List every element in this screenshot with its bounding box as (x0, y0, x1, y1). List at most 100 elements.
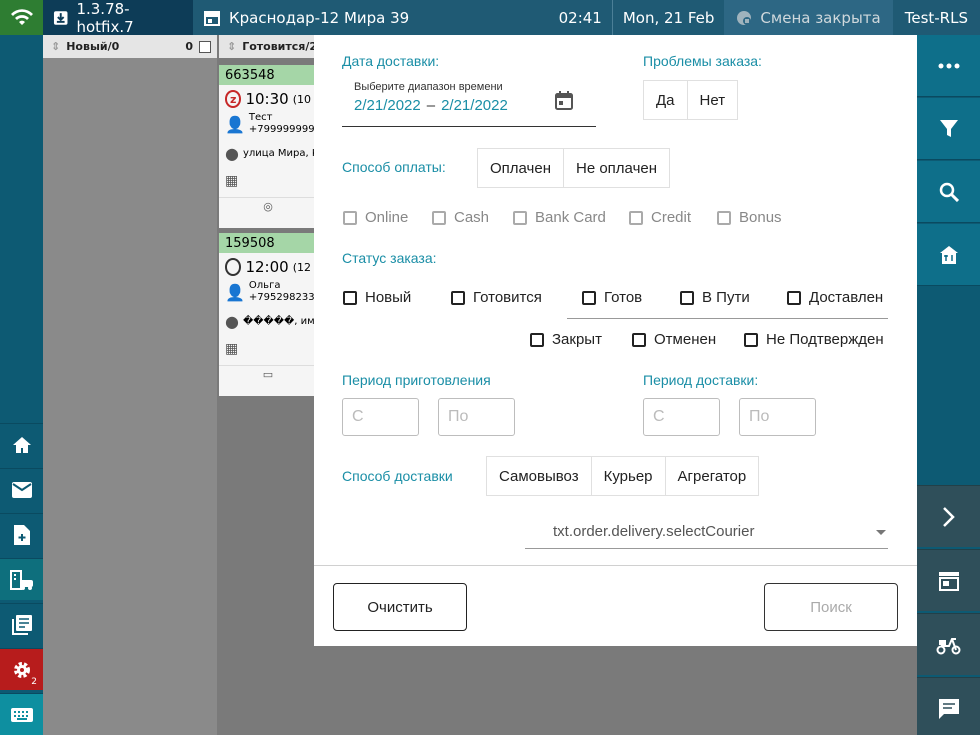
date-range-separator: – (426, 97, 436, 114)
store-icon (204, 10, 220, 26)
add-document-icon (13, 524, 30, 545)
sort-icon: ⇕ (51, 40, 61, 53)
home-button[interactable] (0, 423, 43, 465)
payment-paid-button[interactable]: Оплачен (478, 149, 564, 187)
keyboard-icon (10, 707, 33, 722)
status-cooking-checkbox[interactable]: Готовится (451, 289, 542, 306)
version-text: 1.3.78-hotfix.7 (76, 0, 134, 36)
order-card[interactable]: 663548 z 10:30 (10 👤 Тест +79999999999 ●… (219, 65, 317, 228)
problems-yes-button[interactable]: Да (644, 81, 688, 119)
top-bar: 1.3.78-hotfix.7 Краснодар-12 Мира 39 02:… (0, 0, 980, 36)
payment-unpaid-button[interactable]: Не оплачен (564, 149, 669, 187)
payment-online-checkbox[interactable]: Online (343, 209, 408, 226)
mail-icon (11, 481, 32, 498)
checkbox-label: Готов (604, 289, 643, 306)
checkbox-label: Доставлен (809, 289, 884, 306)
prep-from-input[interactable]: С (342, 398, 419, 436)
order-status-label: Статус заказа: (342, 250, 437, 266)
search-button[interactable] (917, 161, 980, 223)
delivery-to-input[interactable]: По (739, 398, 816, 436)
status-on-way-checkbox[interactable]: В Пути (680, 289, 750, 306)
shift-status[interactable]: Смена закрыта (724, 0, 893, 35)
store-icon (938, 571, 959, 591)
payment-bonus-checkbox[interactable]: Bonus (717, 209, 782, 226)
order-problems-label: Проблемы заказа: (643, 53, 762, 69)
method-courier-button[interactable]: Курьер (592, 457, 666, 495)
right-sidebar (917, 35, 980, 735)
keyboard-button[interactable] (0, 693, 43, 735)
more-button[interactable] (917, 35, 980, 97)
search-submit-button[interactable]: Поиск (764, 583, 898, 631)
delivery-method-label: Способ доставки (342, 468, 453, 484)
payment-coins-icon: ◎ (219, 197, 317, 213)
store-selector[interactable]: Краснодар-12 Мира 39 (193, 0, 419, 35)
gear-icon (13, 661, 30, 678)
delivery-orders-button[interactable] (0, 558, 43, 600)
store-button[interactable] (917, 549, 980, 611)
left-sidebar: 2 (0, 35, 43, 735)
prep-to-input[interactable]: По (438, 398, 515, 436)
checkbox-label: Credit (651, 209, 692, 226)
status-ready-checkbox[interactable]: Готов (582, 289, 642, 306)
sort-icon: ⇕ (227, 40, 237, 53)
calendar-icon[interactable] (555, 91, 573, 110)
column-new-title: Новый/0 (66, 40, 120, 53)
payment-method-label: Способ оплаты: (342, 159, 446, 175)
journal-icon (11, 614, 32, 635)
settings-badge: 2 (31, 677, 37, 687)
chat-icon (938, 698, 959, 719)
payment-status-toggle: Оплачен Не оплачен (477, 148, 671, 188)
checkbox-label: Online (365, 209, 409, 226)
status-delivered-checkbox[interactable]: Доставлен (787, 289, 883, 306)
date-range-field[interactable]: Выберите диапазон времени 2/21/2022 – 2/… (342, 77, 596, 127)
restaurant-icon (939, 245, 958, 264)
clock-icon (225, 258, 242, 276)
method-aggregator-button[interactable]: Агрегатор (666, 457, 759, 495)
payment-bankcard-checkbox[interactable]: Bank Card (513, 209, 606, 226)
order-problems-toggle: Да Нет (643, 80, 739, 120)
method-pickup-button[interactable]: Самовывоз (487, 457, 592, 495)
more-dots-icon (938, 63, 959, 68)
checkbox-label: Bank Card (535, 209, 606, 226)
mail-button[interactable] (0, 468, 43, 510)
column-new-count: 0 (185, 40, 193, 53)
clear-button[interactable]: Очистить (333, 583, 467, 631)
home-icon (12, 436, 31, 453)
status-unconfirmed-checkbox[interactable]: Не Подтвержден (744, 331, 884, 348)
status-cancelled-checkbox[interactable]: Отменен (632, 331, 716, 348)
column-new-header: ⇕ Новый/0 0 (43, 35, 217, 58)
chat-button[interactable] (917, 677, 980, 735)
date-range-end: 2/21/2022 (441, 97, 508, 114)
settings-button[interactable]: 2 (0, 648, 43, 690)
clock-time: 02:41 (558, 8, 602, 27)
payment-card-icon: ▭ (219, 365, 317, 381)
courier-select[interactable]: txt.order.delivery.selectCourier (525, 513, 888, 549)
wifi-icon (0, 0, 43, 35)
filter-dialog: Дата доставки: Выберите диапазон времени… (314, 35, 917, 646)
order-card[interactable]: 159508 12:00 (12 👤 Ольга +7952982334 ● �… (219, 233, 317, 396)
new-order-button[interactable] (0, 513, 43, 555)
user-name[interactable]: Test-RLS (893, 0, 980, 35)
status-new-checkbox[interactable]: Новый (343, 289, 411, 306)
checkbox-label: Cash (454, 209, 490, 226)
expand-button[interactable] (917, 485, 980, 547)
column-new-checkbox[interactable] (199, 40, 211, 53)
chevron-right-icon (942, 506, 955, 527)
payment-cash-checkbox[interactable]: Cash (432, 209, 489, 226)
chevron-down-icon (876, 530, 886, 535)
version-indicator[interactable]: 1.3.78-hotfix.7 (43, 0, 193, 36)
order-id: 663548 (219, 65, 317, 85)
delivery-from-input[interactable]: С (643, 398, 720, 436)
journal-button[interactable] (0, 603, 43, 645)
shift-icon (737, 10, 752, 25)
status-closed-checkbox[interactable]: Закрыт (530, 331, 602, 348)
payment-credit-checkbox[interactable]: Credit (629, 209, 691, 226)
checkbox-label: В Пути (702, 289, 750, 306)
checkbox-label: Не Подтвержден (766, 331, 884, 348)
location-icon: ● (225, 312, 239, 331)
courier-button[interactable] (917, 613, 980, 675)
filter-button[interactable] (917, 98, 980, 160)
person-icon: 👤 (225, 114, 245, 134)
problems-no-button[interactable]: Нет (688, 81, 738, 119)
kitchen-button[interactable] (917, 224, 980, 286)
